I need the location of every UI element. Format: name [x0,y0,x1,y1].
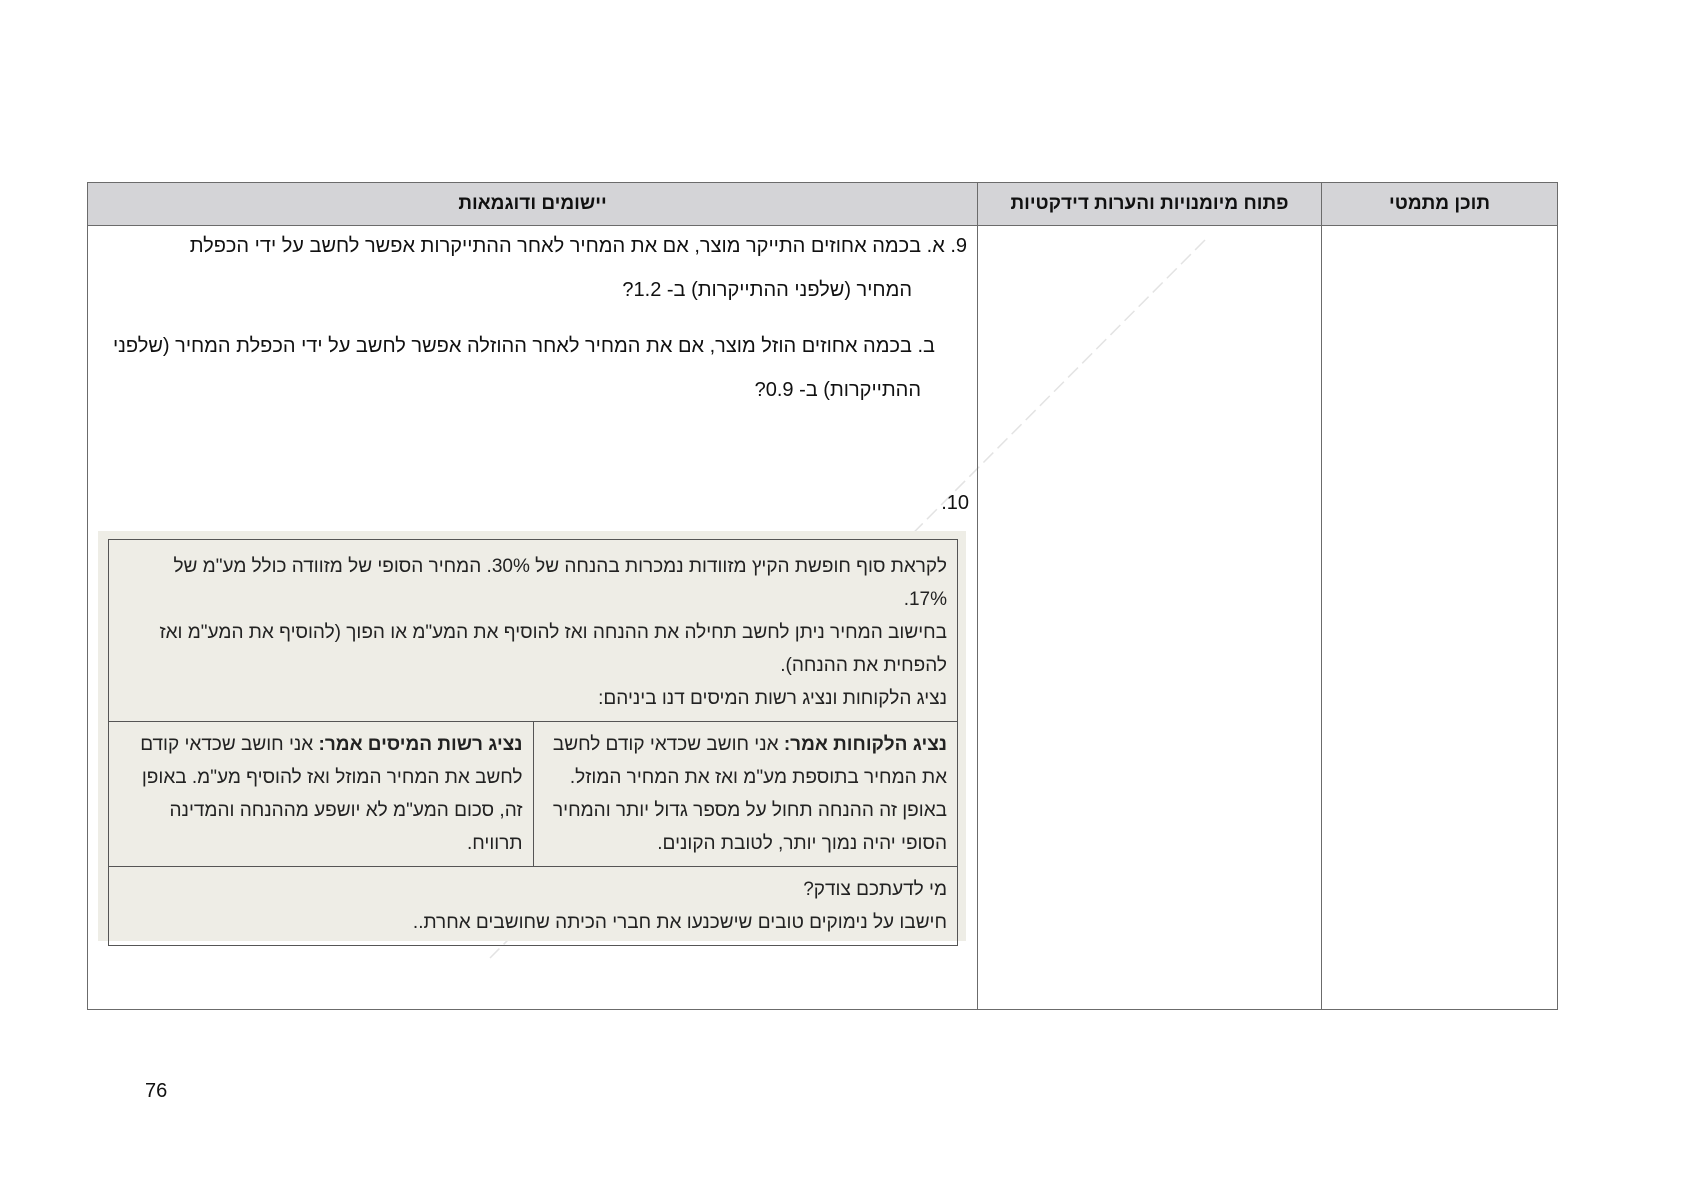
question-cell: מי לדעתכם צודק? חישבו על נימוקים טובים ש… [108,866,958,946]
question-9b: ב. בכמה אחוזים הוזל מוצר, אם את המחיר לא… [112,335,935,357]
intro-line: להפחית את ההנחה). [780,655,947,676]
customers-opinion: נציג הלקוחות אמר: אני חושב שכדאי קודם לח… [532,721,958,867]
customers-speaker: נציג הלקוחות אמר: [783,734,947,755]
scanned-question-box: לקראת סוף חופשת הקיץ מזוודות נמכרות בהנח… [98,531,966,946]
question-9a-continuation: המחיר (שלפני ההתייקרות) ב- 1.2? [622,279,912,301]
opinions-row: נציג הלקוחות אמר: אני חושב שכדאי קודם לח… [108,721,958,867]
intro-row: לקראת סוף חופשת הקיץ מזוודות נמכרות בהנח… [108,539,958,722]
intro-line: לקראת סוף חופשת הקיץ מזוודות נמכרות בהנח… [173,556,947,577]
header-examples: יישומים ודוגמאות [87,182,978,226]
intro-line: בחישוב המחיר ניתן לחשב תחילה את ההנחה וא… [159,622,947,643]
table-row: 9. א. בכמה אחוזים התייקר מוצר, אם את המח… [87,225,1558,1010]
header-didactic: פתוח מיומנויות והערות דידקטיות [977,182,1322,226]
didactic-cell [977,225,1322,1010]
intro-line: נציג הלקוחות ונציג רשות המיסים דנו ביניה… [598,688,947,709]
question-line: מי לדעתכם צודק? [803,879,947,900]
intro-cell: לקראת סוף חופשת הקיץ מזוודות נמכרות בהנח… [108,539,958,722]
tax-opinion: נציג רשות המיסים אמר: אני חושב שכדאי קוד… [108,721,534,867]
tax-speaker: נציג רשות המיסים אמר: [318,734,523,755]
debate-box: לקראת סוף חופשת הקיץ מזוודות נמכרות בהנח… [108,539,958,946]
intro-line: 17%. [903,589,947,610]
content-cell [1321,225,1558,1010]
header-row: יישומים ודוגמאות פתוח מיומנויות והערות ד… [87,182,1558,226]
examples-cell: 9. א. בכמה אחוזים התייקר מוצר, אם את המח… [87,225,978,1010]
question-9b-continuation: ההתייקרות) ב- 0.9? [754,379,921,401]
question-row: מי לדעתכם צודק? חישבו על נימוקים טובים ש… [108,866,958,946]
curriculum-table: יישומים ודוגמאות פתוח מיומנויות והערות ד… [87,182,1558,1010]
header-content: תוכן מתמטי [1321,182,1558,226]
question-9a: 9. א. בכמה אחוזים התייקר מוצר, אם את המח… [189,235,967,257]
question-10-label: 10. [941,492,969,514]
page-number: 76 [145,1080,168,1102]
question-line: חישבו על נימוקים טובים שישכנעו את חברי ה… [412,912,947,933]
